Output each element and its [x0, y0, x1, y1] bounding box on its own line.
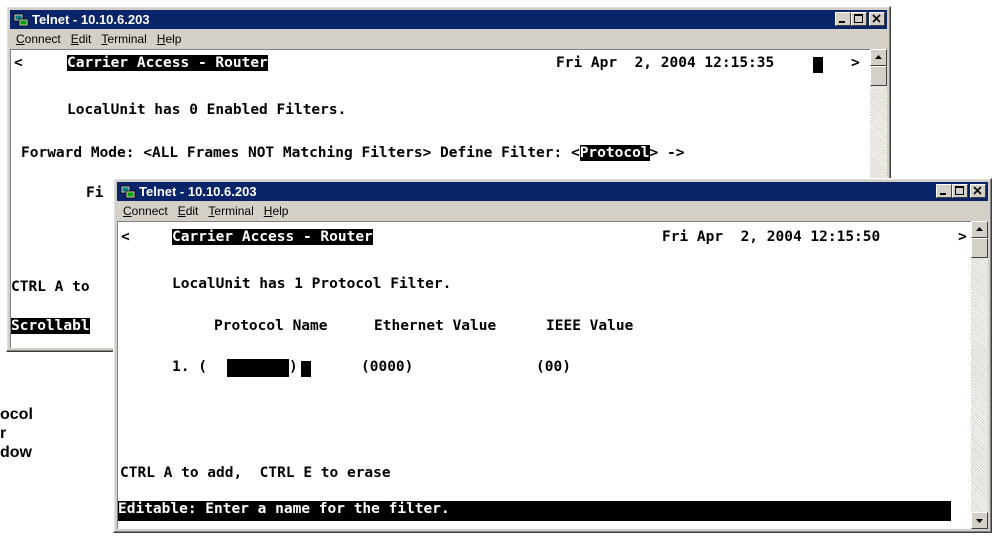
right-scroll-arrow: > [851, 55, 860, 71]
maximize-button[interactable] [952, 184, 968, 198]
ctrl-help-partial: CTRL A to [11, 279, 90, 295]
caption-line-2: r [0, 425, 7, 442]
telnet-window-front: Telnet - 10.10.6.203 Connect Edit Terminal… [113, 178, 992, 533]
forward-mode-label: Forward Mode: <ALL Frames NOT Matching F… [21, 145, 580, 161]
telnet-app-icon [13, 13, 29, 27]
scroll-down-button[interactable] [971, 512, 988, 529]
menu-connect[interactable]: Connect [16, 30, 61, 48]
maximize-icon [854, 14, 863, 23]
timestamp: Fri Apr 2, 2004 12:15:35 [556, 55, 775, 71]
partial-line: Fi [86, 185, 104, 201]
menu-edit[interactable]: Edit [71, 30, 92, 48]
left-scroll-arrow: < [14, 55, 23, 71]
right-scroll-arrow: > [958, 229, 967, 245]
caption-text: ocol r dow [0, 405, 33, 462]
maximize-button[interactable] [851, 12, 867, 26]
close-button[interactable] [970, 184, 986, 198]
window-title: Telnet - 10.10.6.203 [32, 12, 150, 27]
caption-line-3: dow [0, 444, 32, 461]
terminal-screen[interactable]: < Carrier Access - Router Fri Apr 2, 200… [117, 221, 971, 529]
header-ethernet-value: Ethernet Value [374, 318, 497, 334]
scroll-up-button[interactable] [870, 49, 887, 66]
header-protocol-name: Protocol Name [214, 318, 328, 334]
arrow-up-icon [875, 55, 882, 59]
forward-mode-line: Forward Mode: <ALL Frames NOT Matching F… [21, 145, 684, 161]
ethernet-value: (0000) [361, 359, 414, 375]
title-bar[interactable]: Telnet - 10.10.6.203 [10, 10, 887, 29]
cursor [813, 57, 823, 73]
arrow-up-icon [976, 227, 983, 231]
menu-edit[interactable]: Edit [178, 202, 199, 220]
menu-bar: Connect Edit Terminal Help [117, 202, 988, 220]
status-line: LocalUnit has 0 Enabled Filters. [67, 102, 347, 118]
menu-help[interactable]: Help [157, 30, 182, 48]
menu-help[interactable]: Help [264, 202, 289, 220]
header-ieee-value: IEEE Value [546, 318, 634, 334]
scroll-up-button[interactable] [971, 221, 988, 238]
define-filter-field[interactable]: Protocol [579, 145, 650, 161]
minimize-button[interactable] [936, 184, 952, 198]
telnet-app-icon [120, 185, 136, 199]
ieee-value: (00) [536, 359, 571, 375]
close-button[interactable] [869, 12, 885, 26]
minimize-icon [940, 193, 946, 195]
maximize-icon [955, 186, 964, 195]
status-line: LocalUnit has 1 Protocol Filter. [172, 276, 452, 292]
cursor [301, 361, 311, 377]
status-bar: Editable: Enter a name for the filter. [118, 501, 951, 521]
close-icon [872, 14, 881, 23]
arrow-down-icon [976, 519, 983, 523]
filter-row-index: 1. ( [172, 359, 207, 375]
window-title: Telnet - 10.10.6.203 [139, 184, 257, 199]
minimize-button[interactable] [835, 12, 851, 26]
minimize-icon [839, 21, 845, 23]
help-line: CTRL A to add, CTRL E to erase [120, 465, 391, 481]
status-bar-partial: Scrollabl [11, 318, 90, 334]
menu-connect[interactable]: Connect [123, 202, 168, 220]
filter-row-close: ) [289, 359, 298, 375]
menu-bar: Connect Edit Terminal Help [10, 30, 887, 48]
filter-name-field[interactable] [227, 359, 289, 377]
timestamp: Fri Apr 2, 2004 12:15:50 [662, 229, 881, 245]
scroll-thumb[interactable] [870, 66, 887, 86]
menu-terminal[interactable]: Terminal [208, 202, 253, 220]
scroll-thumb[interactable] [971, 238, 988, 258]
app-name-banner: Carrier Access - Router [172, 229, 373, 245]
title-bar[interactable]: Telnet - 10.10.6.203 [117, 182, 988, 201]
caption-line-1: ocol [0, 406, 33, 423]
app-name-banner: Carrier Access - Router [67, 55, 268, 71]
close-icon [973, 186, 982, 195]
vertical-scrollbar[interactable] [971, 221, 988, 529]
forward-mode-suffix: > -> [649, 145, 685, 161]
left-scroll-arrow: < [121, 229, 130, 245]
menu-terminal[interactable]: Terminal [101, 30, 146, 48]
